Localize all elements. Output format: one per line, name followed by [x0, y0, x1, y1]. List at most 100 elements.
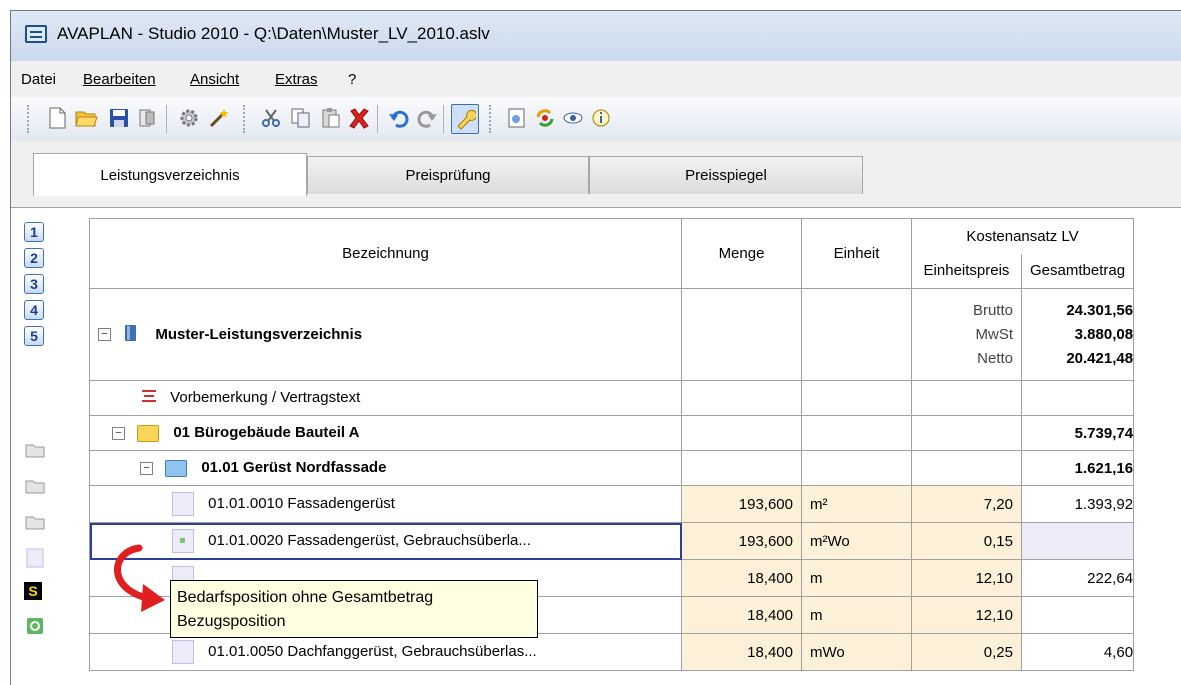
menu-ansicht[interactable]: Ansicht	[190, 71, 239, 88]
row-ep[interactable]: 12,10	[911, 559, 1022, 597]
delete-icon[interactable]	[347, 106, 371, 130]
menu-datei[interactable]: Datei	[21, 71, 56, 88]
row-label: 01.01.0020 Fassadengerüst, Gebrauchsüber…	[208, 531, 531, 549]
level-5-button[interactable]: 5	[24, 326, 44, 346]
row-menge	[681, 380, 802, 416]
collapse-icon[interactable]: −	[140, 461, 153, 475]
preview-eye-icon[interactable]	[561, 106, 585, 130]
row-bezeichnung: − 01.01 Gerüst Nordfassade	[89, 450, 682, 486]
level-3-button[interactable]: 3	[24, 274, 44, 294]
header-gesamtbetrag[interactable]: Gesamtbetrag	[1020, 253, 1135, 289]
refresh-icon[interactable]	[533, 106, 557, 130]
row-gb: 222,64	[1020, 559, 1135, 597]
row-menge[interactable]: 18,400	[681, 596, 802, 634]
row-gb: 4,60	[1020, 633, 1135, 671]
print-icon[interactable]	[135, 106, 159, 130]
header-bezeichnung[interactable]: Bezeichnung	[89, 218, 682, 289]
header-einheitspreis[interactable]: Einheitspreis	[911, 253, 1022, 289]
row-einheit[interactable]: m	[801, 559, 912, 597]
menu-extras[interactable]: Extras	[275, 71, 318, 88]
row-ep[interactable]: 0,15	[911, 522, 1022, 560]
row-menge[interactable]: 18,400	[681, 559, 802, 597]
redo-icon[interactable]	[415, 106, 439, 130]
root-menge-cell	[681, 288, 802, 381]
header-menge[interactable]: Menge	[681, 218, 802, 289]
row-gb	[1020, 380, 1135, 416]
row-ep[interactable]: 0,25	[911, 633, 1022, 671]
brutto-value: 24.301,56	[1066, 301, 1134, 319]
level-1-button[interactable]: 1	[24, 222, 44, 242]
folder-yellow-icon	[137, 424, 160, 442]
menu-bearbeiten[interactable]: Bearbeiten	[83, 71, 156, 88]
toolbar-grip[interactable]	[243, 105, 248, 133]
tab-preispruefung[interactable]: Preisprüfung	[307, 156, 589, 194]
paste-icon[interactable]	[319, 106, 343, 130]
row-gb: 1.621,16	[1020, 450, 1135, 486]
row-ep	[911, 450, 1022, 486]
row-bezeichnung: 01.01.0050 Dachfanggerüst, Gebrauchsüber…	[89, 633, 682, 671]
open-folder-icon[interactable]	[75, 106, 99, 130]
undo-icon[interactable]	[387, 106, 411, 130]
level-4-button[interactable]: 4	[24, 300, 44, 320]
toolbar-separator	[443, 105, 444, 133]
level-2-button[interactable]: 2	[24, 248, 44, 268]
row-ep[interactable]: 7,20	[911, 485, 1022, 523]
row-gb: 5.739,74	[1020, 415, 1135, 451]
refresh-green-icon	[24, 616, 46, 636]
title-bar[interactable]: AVAPLAN - Studio 2010 - Q:\Daten\Muster_…	[11, 11, 1181, 61]
row-menge[interactable]: 18,400	[681, 633, 802, 671]
toolbar-grip[interactable]	[27, 105, 32, 133]
magic-wand-icon[interactable]	[207, 106, 231, 130]
row-einheit[interactable]: m²	[801, 485, 912, 523]
tooltip-line-1: Bedarfsposition ohne Gesamtbetrag	[177, 589, 434, 606]
row-menge[interactable]: 193,600	[681, 485, 802, 523]
row-menge	[681, 450, 802, 486]
tab-leistungsverzeichnis[interactable]: Leistungsverzeichnis	[33, 153, 307, 196]
book-icon	[123, 324, 139, 346]
row-ep	[911, 415, 1022, 451]
row-menge[interactable]: 193,600	[681, 522, 802, 560]
folder-blue-icon	[165, 459, 188, 477]
new-document-icon[interactable]	[45, 106, 69, 130]
table-row[interactable]: 01.01.0050 Dachfanggerüst, Gebrauchsüber…	[89, 633, 1135, 671]
table-row[interactable]: − 01 Bürogebäude Bauteil A 5.739,74	[89, 415, 1135, 451]
tool-wrench-icon[interactable]	[451, 104, 479, 134]
red-curved-arrow-icon	[114, 544, 165, 612]
row-menge	[681, 415, 802, 451]
table-row[interactable]: − 01.01 Gerüst Nordfassade 1.621,16	[89, 450, 1135, 486]
row-ep[interactable]: 12,10	[911, 596, 1022, 634]
menu-help[interactable]: ?	[348, 71, 356, 88]
toolbar-grip[interactable]	[489, 105, 494, 133]
netto-value: 20.421,48	[1066, 349, 1134, 367]
table-row[interactable]: 01.01.0010 Fassadengerüst 193,600 m² 7,2…	[89, 485, 1135, 523]
netto-label: Netto	[977, 349, 1013, 367]
root-row[interactable]: − Muster-Leistungsverzeichnis Brutto MwS…	[89, 288, 1135, 381]
header-einheit[interactable]: Einheit	[801, 218, 912, 289]
collapse-icon[interactable]: −	[112, 426, 125, 440]
row-label: 01.01.0050 Dachfanggerüst, Gebrauchsüber…	[208, 642, 537, 660]
row-einheit	[801, 415, 912, 451]
row-bezeichnung[interactable]: 01.01.0020 Fassadengerüst, Gebrauchsüber…	[89, 522, 682, 560]
row-bezeichnung: 01.01.0010 Fassadengerüst	[89, 485, 682, 523]
collapse-icon[interactable]: −	[98, 328, 111, 341]
folder-gray-icon	[24, 476, 46, 496]
table-row-selected[interactable]: 01.01.0020 Fassadengerüst, Gebrauchsüber…	[89, 522, 1135, 560]
folder-gray-icon	[24, 512, 46, 532]
folder-gray-icon	[24, 440, 46, 460]
table-row[interactable]: Vorbemerkung / Vertragstext	[89, 380, 1135, 416]
info-icon[interactable]	[589, 106, 613, 130]
copy-icon[interactable]	[289, 106, 313, 130]
window-title: AVAPLAN - Studio 2010 - Q:\Daten\Muster_…	[57, 24, 490, 43]
row-label: 01.01 Gerüst Nordfassade	[201, 459, 387, 477]
save-icon[interactable]	[107, 106, 131, 130]
tab-preisspiegel[interactable]: Preisspiegel	[589, 156, 863, 194]
row-einheit[interactable]: mWo	[801, 633, 912, 671]
root-values-cell: 24.301,56 3.880,08 20.421,48	[1020, 288, 1135, 381]
export-icon[interactable]	[505, 106, 529, 130]
row-einheit[interactable]: m	[801, 596, 912, 634]
position-box-icon	[172, 640, 194, 664]
settings-gear-icon[interactable]	[177, 106, 201, 130]
row-einheit[interactable]: m²Wo	[801, 522, 912, 560]
position-box-icon	[172, 492, 194, 516]
cut-icon[interactable]	[259, 106, 283, 130]
